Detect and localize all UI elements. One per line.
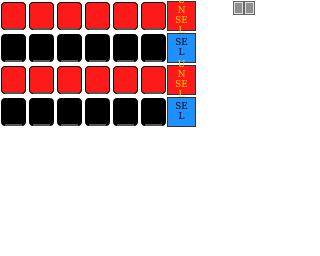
- tile[interactable]: [141, 2, 166, 30]
- tile[interactable]: [57, 66, 82, 94]
- tile[interactable]: [57, 2, 82, 30]
- tile[interactable]: [1, 2, 26, 30]
- tile[interactable]: [85, 98, 110, 126]
- tile[interactable]: [113, 34, 138, 62]
- row-button-label: UNSEL: [175, 60, 188, 100]
- tile[interactable]: [1, 34, 26, 62]
- tile[interactable]: [29, 66, 54, 94]
- book-icon[interactable]: [233, 1, 255, 16]
- tile-row: SEL: [0, 96, 197, 128]
- tile-row: UNSEL: [0, 60, 197, 100]
- row-button-label: SEL: [175, 38, 188, 58]
- tile[interactable]: [57, 34, 82, 62]
- tile[interactable]: [113, 98, 138, 126]
- tile[interactable]: [85, 34, 110, 62]
- tile[interactable]: [29, 98, 54, 126]
- tile[interactable]: [1, 66, 26, 94]
- tile[interactable]: [113, 66, 138, 94]
- tile[interactable]: [29, 2, 54, 30]
- tile[interactable]: [141, 66, 166, 94]
- select-row-button[interactable]: SEL: [167, 97, 196, 127]
- tile[interactable]: [29, 34, 54, 62]
- unselect-row-button[interactable]: UNSEL: [167, 60, 196, 100]
- select-row-button[interactable]: SEL: [167, 33, 196, 63]
- tile[interactable]: [57, 98, 82, 126]
- tile[interactable]: [141, 34, 166, 62]
- row-button-label: UNSEL: [175, 0, 188, 36]
- tile-row: SEL: [0, 32, 197, 64]
- tile[interactable]: [113, 2, 138, 30]
- row-button-label: SEL: [175, 102, 188, 122]
- tile[interactable]: [141, 98, 166, 126]
- tile[interactable]: [85, 66, 110, 94]
- tile-row: UNSEL: [0, 0, 197, 36]
- unselect-row-button[interactable]: UNSEL: [167, 0, 196, 36]
- game-board: UNSEL SEL UNSEL SEL: [0, 0, 197, 129]
- tile[interactable]: [85, 2, 110, 30]
- tile[interactable]: [1, 98, 26, 126]
